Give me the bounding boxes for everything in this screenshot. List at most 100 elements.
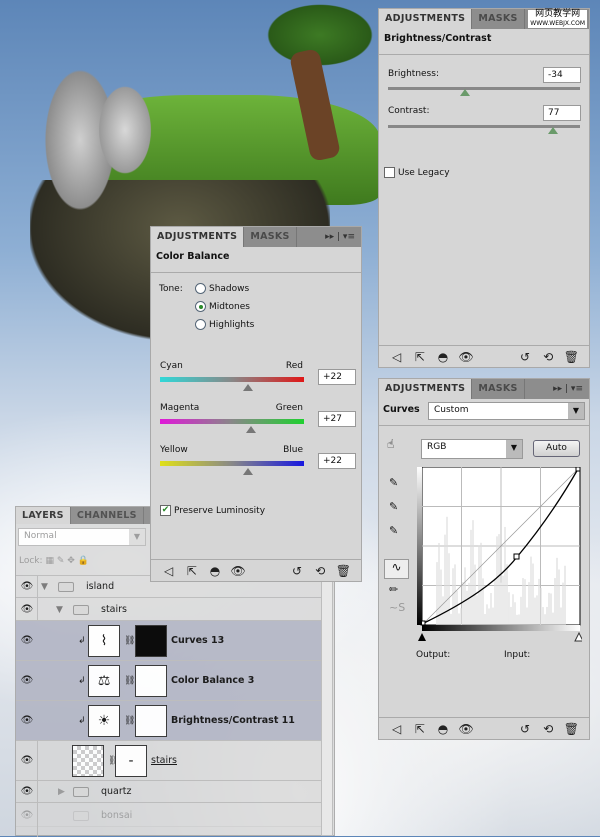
expand-view-icon[interactable]: ⇱ xyxy=(408,722,431,736)
visibility-eye-icon[interactable]: 👁 xyxy=(19,786,35,797)
back-arrow-icon[interactable]: ◁ xyxy=(385,350,408,364)
link-icon: ⛓ xyxy=(124,635,136,646)
black-point-slider[interactable] xyxy=(418,633,426,641)
white-eyedropper-icon[interactable]: ✎ xyxy=(389,519,398,543)
smooth-curve-icon[interactable]: ~S xyxy=(389,601,405,614)
curves-graph[interactable] xyxy=(417,467,582,647)
lock-position-icon[interactable]: ✥ xyxy=(67,556,75,566)
visibility-eye-icon[interactable]: 👁 xyxy=(19,715,35,726)
radio-icon[interactable] xyxy=(195,301,206,312)
back-arrow-icon[interactable]: ◁ xyxy=(385,722,408,736)
clip-layer-icon[interactable]: ◓ xyxy=(431,722,454,736)
layer-row-brightness-contrast[interactable]: 👁 ↲ ☀ ⛓ Brightness/Contrast 11 xyxy=(16,701,321,741)
layers-scrollbar[interactable] xyxy=(321,576,333,836)
panel-menu-icon[interactable]: ▸▸ | ▾≡ xyxy=(325,227,355,247)
white-point-slider[interactable] xyxy=(574,631,582,642)
preserve-luminosity-checkbox[interactable]: ✔ Preserve Luminosity xyxy=(160,505,265,516)
clip-layer-icon[interactable]: ◓ xyxy=(431,350,454,364)
visibility-eye-icon[interactable]: 👁 xyxy=(455,350,478,364)
reset-icon[interactable]: ⟲ xyxy=(537,722,560,736)
panel-title: Color Balance xyxy=(151,247,361,273)
layer-row-bonsai[interactable]: 👁 bonsai xyxy=(16,805,321,827)
expand-triangle-icon[interactable]: ▼ xyxy=(56,605,63,615)
color-value-input[interactable]: +22 xyxy=(318,453,356,469)
panel-toolbar: ◁ ⇱ ◓ 👁 ↺ ⟲ 🗑 xyxy=(151,559,361,581)
blend-mode-select[interactable]: Normal ▼ xyxy=(18,528,146,546)
lock-transparency-icon[interactable]: ▦ xyxy=(45,556,54,566)
expand-view-icon[interactable]: ⇱ xyxy=(408,350,431,364)
reset-icon[interactable]: ⟲ xyxy=(537,350,560,364)
tab-layers[interactable]: LAYERS xyxy=(16,507,71,524)
chevron-down-icon: ▼ xyxy=(568,403,584,419)
checkbox-icon[interactable] xyxy=(384,167,395,178)
tab-masks[interactable]: MASKS xyxy=(472,9,525,29)
brightness-slider-track[interactable] xyxy=(388,87,580,90)
color-slider-thumb[interactable] xyxy=(246,426,257,433)
visibility-eye-icon[interactable]: 👁 xyxy=(19,635,35,646)
tone-midtones-radio[interactable]: Midtones xyxy=(195,298,254,316)
trash-icon[interactable]: 🗑 xyxy=(332,564,355,578)
auto-button[interactable]: Auto xyxy=(533,440,580,457)
visibility-eye-icon[interactable]: 👁 xyxy=(19,810,35,821)
brightness-input[interactable]: -34 xyxy=(543,67,581,83)
tone-shadows-radio[interactable]: Shadows xyxy=(195,280,254,298)
clip-layer-icon[interactable]: ◓ xyxy=(203,564,226,578)
back-arrow-icon[interactable]: ◁ xyxy=(157,564,180,578)
trash-icon[interactable]: 🗑 xyxy=(560,350,583,364)
layer-row-curves[interactable]: 👁 ↲ ⌇ ⛓ Curves 13 xyxy=(16,621,321,661)
trash-icon[interactable]: 🗑 xyxy=(560,722,583,736)
color-slider-thumb[interactable] xyxy=(242,468,253,475)
radio-icon[interactable] xyxy=(195,319,206,330)
layer-row-stairs-group[interactable]: 👁 ▼ stairs xyxy=(16,599,321,621)
visibility-eye-icon[interactable]: 👁 xyxy=(19,755,35,766)
radio-icon[interactable] xyxy=(195,283,206,294)
visibility-eye-icon[interactable]: 👁 xyxy=(455,722,478,736)
layer-row-quartz[interactable]: 👁 ▶ quartz xyxy=(16,781,321,803)
tab-channels[interactable]: CHANNELS xyxy=(71,507,144,524)
curve-point-white[interactable] xyxy=(575,467,581,472)
brightness-slider-thumb[interactable] xyxy=(459,89,470,96)
brightness-contrast-panel: ADJUSTMENTS MASKS 网页教学网 WWW.WEBJX.COM Bri… xyxy=(378,8,590,368)
black-eyedropper-icon[interactable]: ✎ xyxy=(389,471,398,495)
tab-adjustments[interactable]: ADJUSTMENTS xyxy=(151,227,245,247)
pencil-draw-icon[interactable]: ✏ xyxy=(389,583,398,596)
checkbox-icon[interactable]: ✔ xyxy=(160,505,171,516)
lock-all-icon[interactable]: 🔒 xyxy=(78,556,89,566)
tab-adjustments[interactable]: ADJUSTMENTS xyxy=(379,379,473,399)
curve-point-mid[interactable] xyxy=(513,553,520,560)
color-value-input[interactable]: +22 xyxy=(318,369,356,385)
tab-adjustments[interactable]: ADJUSTMENTS xyxy=(379,9,473,29)
color-value-input[interactable]: +27 xyxy=(318,411,356,427)
tone-highlights-radio[interactable]: Highlights xyxy=(195,316,254,334)
visibility-eye-icon[interactable]: 👁 xyxy=(227,564,250,578)
view-previous-icon[interactable]: ↺ xyxy=(513,722,536,736)
expand-triangle-icon[interactable]: ▼ xyxy=(41,582,48,592)
folder-icon xyxy=(73,604,89,615)
visibility-eye-icon[interactable]: 👁 xyxy=(19,581,35,592)
layer-row-stairs-smart[interactable]: 👁 ⛓ - stairs xyxy=(16,741,321,781)
visibility-eye-icon[interactable]: 👁 xyxy=(19,604,35,615)
panel-menu-icon[interactable]: ▸▸ | ▾≡ xyxy=(553,379,583,399)
contrast-input[interactable]: 77 xyxy=(543,105,581,121)
reset-icon[interactable]: ⟲ xyxy=(309,564,332,578)
lock-pixels-icon[interactable]: ✎ xyxy=(57,556,65,566)
color-slider-track[interactable] xyxy=(160,461,304,466)
curve-edit-points-icon[interactable]: ∿ xyxy=(384,559,409,579)
preset-select[interactable]: Custom ▼ xyxy=(428,402,585,420)
color-slider-thumb[interactable] xyxy=(242,384,253,391)
layer-row-color-balance[interactable]: 👁 ↲ ⚖ ⛓ Color Balance 3 xyxy=(16,661,321,701)
view-previous-icon[interactable]: ↺ xyxy=(513,350,536,364)
expand-view-icon[interactable]: ⇱ xyxy=(180,564,203,578)
on-image-adjust-hand-icon[interactable]: ☝ xyxy=(387,437,394,451)
collapse-triangle-icon[interactable]: ▶ xyxy=(58,787,65,797)
tab-masks[interactable]: MASKS xyxy=(472,379,525,399)
contrast-slider-thumb[interactable] xyxy=(548,127,559,134)
view-previous-icon[interactable]: ↺ xyxy=(285,564,308,578)
color-slider-track[interactable] xyxy=(160,377,304,382)
gray-eyedropper-icon[interactable]: ✎ xyxy=(389,495,398,519)
channel-select[interactable]: RGB ▼ xyxy=(421,439,523,459)
tab-masks[interactable]: MASKS xyxy=(244,227,297,247)
color-slider-track[interactable] xyxy=(160,419,304,424)
visibility-eye-icon[interactable]: 👁 xyxy=(19,675,35,686)
use-legacy-checkbox[interactable]: Use Legacy xyxy=(384,167,450,178)
